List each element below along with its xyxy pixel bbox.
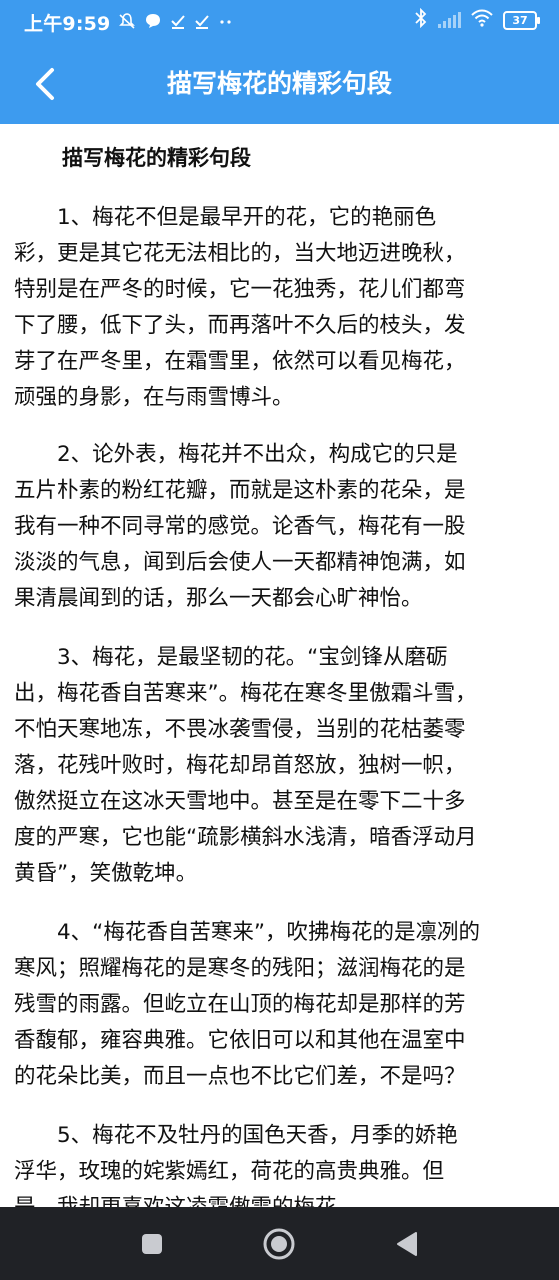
paragraph-line: 5、梅花不及牡丹的国色天香，月季的娇艳 [14, 1123, 458, 1148]
home-circle-icon[interactable] [262, 1227, 296, 1261]
paragraph-line: 是，我却更喜欢这凌霜傲雪的梅花。 [14, 1190, 544, 1207]
article-paragraph: 4、“梅花香自苦寒来”，吹拂梅花的是凛冽的 寒风；照耀梅花的是寒冬的残阳；滋润梅… [14, 915, 544, 1095]
paragraph-line: 黄昏”，笑傲乾坤。 [14, 861, 198, 886]
page-title: 描写梅花的精彩句段 [166, 69, 392, 98]
paragraph-line: 寒风；照耀梅花的是寒冬的残阳；滋润梅花的是 [14, 956, 466, 981]
article-heading: 描写梅花的精彩句段 [62, 146, 251, 170]
paragraph-line: 3、梅花，是最坚韧的花。“宝剑锋从磨砺 [14, 645, 448, 670]
paragraph-line: 2、论外表，梅花并不出众，构成它的只是 [14, 442, 458, 467]
system-nav-bar [0, 1207, 559, 1280]
paragraph-line: 芽了在严冬里，在霜雪里，依然可以看见梅花， [14, 349, 466, 374]
paragraph-line: 浮华，玫瑰的姹紫嫣红，荷花的高贵典雅。但 [14, 1159, 445, 1184]
back-arrow-icon [36, 68, 54, 100]
paragraph-line: 五片朴素的粉红花瓣，而就是这朴素的花朵，是 [14, 478, 466, 503]
status-bar: 上午9:59 37 [0, 0, 559, 44]
bluetooth-icon [414, 7, 428, 32]
toolbar: 描写梅花的精彩句段 [0, 44, 559, 124]
paragraph-line: 果清晨闻到的话，那么一天都会心旷神怡。 [14, 586, 423, 611]
wifi-icon [471, 9, 493, 31]
paragraph-line: 傲然挺立在这冰天雪地中。甚至是在零下二十多 [14, 789, 466, 814]
back-button[interactable] [22, 62, 66, 106]
paragraph-line: 不怕天寒地冻，不畏冰袭雪侵，当别的花枯萎零 [14, 717, 466, 742]
paragraph-line: 1、梅花不但是最早开的花，它的艳丽色 [14, 205, 437, 230]
paragraph-line: 下了腰，低下了头，而再落叶不久后的枝头，发 [14, 313, 466, 338]
battery-icon: 37 [503, 10, 540, 30]
paragraph-line: 香馥郁，雍容典雅。它依旧可以和其他在温室中 [14, 1028, 466, 1053]
status-right: 37 [414, 7, 540, 32]
paragraph-line: 度的严寒，它也能“疏影横斜水浅清，暗香浮动月 [14, 825, 477, 850]
paragraph-line: 淡淡的气息，闻到后会使人一天都精神饱满，如 [14, 550, 466, 575]
mute-icon [118, 12, 136, 34]
status-left: 上午9:59 [24, 9, 234, 36]
paragraph-line: 出，梅花香自苦寒来”。梅花在寒冬里傲霜斗雪， [14, 681, 477, 706]
download-done-icon [194, 13, 210, 33]
paragraph-line: 残雪的雨露。但屹立在山顶的梅花却是那样的芳 [14, 992, 466, 1017]
back-triangle-icon[interactable] [390, 1227, 424, 1261]
paragraph-line: 顽强的身影，在与雨雪博斗。 [14, 385, 294, 410]
more-dots-icon [218, 13, 234, 33]
paragraph-line: 特别是在严冬的时候，它一花独秀，花儿们都弯 [14, 277, 466, 302]
paragraph-line: 4、“梅花香自苦寒来”，吹拂梅花的是凛冽的 [14, 920, 480, 945]
chat-bubble-icon [144, 12, 162, 34]
download-done-icon [170, 13, 186, 33]
signal-icon [438, 12, 461, 28]
article-paragraph: 3、梅花，是最坚韧的花。“宝剑锋从磨砺 出，梅花香自苦寒来”。梅花在寒冬里傲霜斗… [14, 640, 544, 892]
article-paragraph: 2、论外表，梅花并不出众，构成它的只是 五片朴素的粉红花瓣，而就是这朴素的花朵，… [14, 437, 544, 617]
recents-square-icon[interactable] [135, 1227, 169, 1261]
article-content[interactable]: 描写梅花的精彩句段 1、梅花不但是最早开的花，它的艳丽色 彩，更是其它花无法相比… [0, 124, 559, 1207]
paragraph-line: 落，花残叶败时，梅花却昂首怒放，独树一帜， [14, 753, 466, 778]
article-paragraph: 5、梅花不及牡丹的国色天香，月季的娇艳 浮华，玫瑰的姹紫嫣红，荷花的高贵典雅。但… [14, 1118, 544, 1207]
status-time: 上午9:59 [24, 13, 111, 35]
article-paragraph: 1、梅花不但是最早开的花，它的艳丽色 彩，更是其它花无法相比的，当大地迈进晚秋，… [14, 200, 544, 416]
paragraph-line: 的花朵比美，而且一点也不比它们差，不是吗？ [14, 1064, 466, 1089]
paragraph-line: 我有一种不同寻常的感觉。论香气，梅花有一股 [14, 514, 466, 539]
paragraph-line: 彩，更是其它花无法相比的，当大地迈进晚秋， [14, 241, 466, 266]
